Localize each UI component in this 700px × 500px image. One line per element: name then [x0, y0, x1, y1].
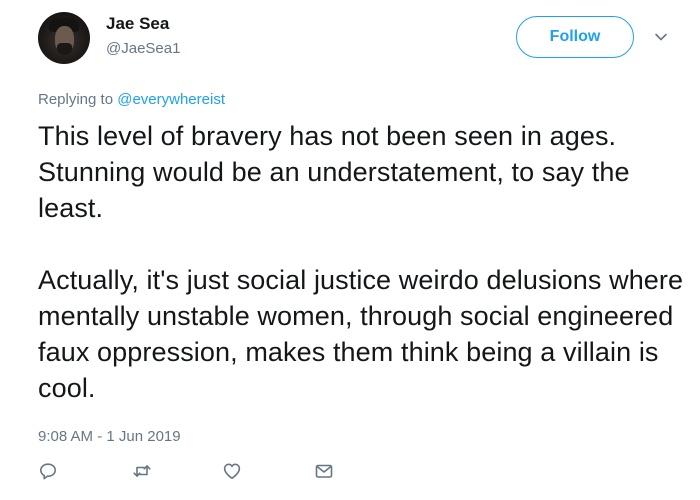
- follow-button[interactable]: Follow: [516, 16, 634, 58]
- reply-context: Replying to @everywhereist: [38, 91, 225, 108]
- reply-icon[interactable]: [38, 461, 58, 481]
- reply-mention-link[interactable]: @everywhereist: [117, 91, 225, 108]
- direct-message-icon[interactable]: [314, 461, 334, 481]
- author-handle[interactable]: @JaeSea1: [106, 40, 180, 57]
- tweet-card: Jae Sea @JaeSea1 Follow Replying to @eve…: [0, 0, 700, 500]
- avatar[interactable]: [38, 12, 90, 64]
- tweet-timestamp[interactable]: 9:08 AM - 1 Jun 2019: [38, 428, 181, 445]
- tweet-paragraph: Actually, it's just social justice weird…: [38, 265, 684, 403]
- tweet-paragraph: This level of bravery has not been seen …: [38, 121, 630, 223]
- retweet-icon[interactable]: [132, 461, 152, 481]
- avatar-beard: [57, 43, 72, 55]
- tweet-text: This level of bravery has not been seen …: [38, 118, 688, 406]
- like-icon[interactable]: [222, 461, 242, 481]
- chevron-down-icon[interactable]: [654, 30, 668, 44]
- author-display-name[interactable]: Jae Sea: [106, 14, 169, 34]
- reply-context-prefix: Replying to: [38, 91, 118, 108]
